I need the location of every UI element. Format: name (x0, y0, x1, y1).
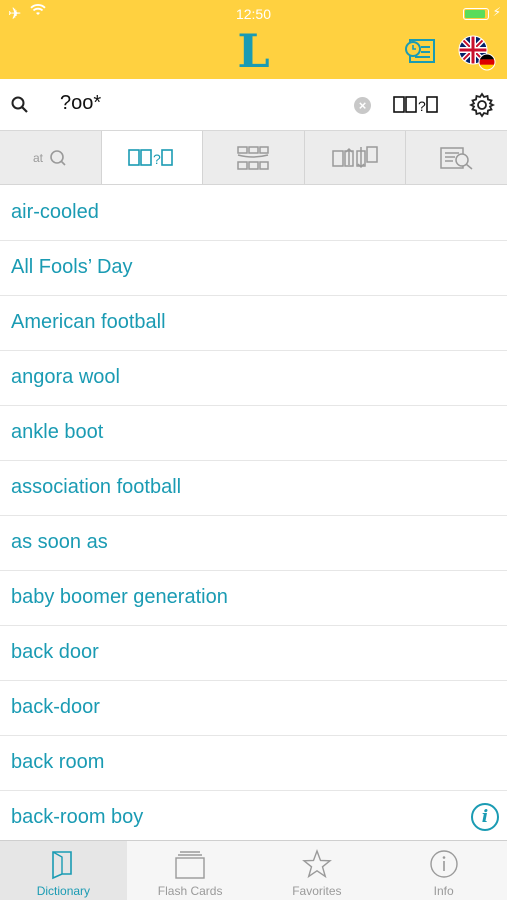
list-item-label: ankle boot (11, 421, 104, 443)
settings-icon[interactable] (468, 92, 496, 118)
bottom-tab-bar: Dictionary Flash Cards Favorites Info (0, 840, 507, 900)
history-icon[interactable] (404, 36, 438, 66)
list-item-label: angora wool (11, 366, 120, 388)
mode-text-search[interactable]: at (0, 131, 102, 184)
battery-icon (463, 8, 489, 20)
wildcard-search-icon: ? (128, 148, 173, 167)
list-item-label: back room (11, 751, 105, 773)
list-item-label: as soon as (11, 531, 108, 553)
mode-crossword-search[interactable] (203, 131, 305, 184)
wildcard-glyph: ? (418, 98, 426, 114)
list-item[interactable]: All Fools’ Day (0, 241, 507, 296)
list-item-label: baby boomer generation (11, 586, 228, 608)
tab-label: Flash Cards (157, 884, 223, 898)
clear-search-icon[interactable]: × (354, 97, 371, 114)
text-search-icon: at (33, 149, 66, 166)
tab-dictionary[interactable]: Dictionary (0, 841, 127, 900)
flash-cards-icon (175, 851, 205, 879)
anagram-search-icon (332, 145, 378, 168)
crossword-search-icon (237, 145, 270, 170)
app-header: ✈ 12:50 ⚡ L (0, 0, 507, 79)
list-item-label: air-cooled (11, 201, 99, 223)
tab-label: Info (433, 884, 454, 898)
fulltext-search-icon (439, 146, 473, 170)
list-item-label: back-door (11, 696, 100, 718)
search-input[interactable]: ?oo* (60, 92, 101, 115)
mode-anagram-search[interactable] (305, 131, 407, 184)
dictionary-icon (52, 851, 73, 880)
list-item-label: association football (11, 476, 182, 498)
language-flag-icon[interactable] (457, 33, 497, 73)
info-circle-icon (429, 850, 458, 878)
svg-text:?: ? (153, 151, 161, 167)
charging-icon: ⚡ (492, 5, 501, 19)
list-item-label: back-room boy (11, 806, 144, 828)
search-mode-tabs: at ? (0, 131, 507, 185)
tab-label: Favorites (292, 884, 342, 898)
tab-info[interactable]: Info (380, 841, 507, 900)
list-item[interactable]: baby boomer generation (0, 571, 507, 626)
list-item[interactable]: as soon as (0, 516, 507, 571)
list-item[interactable]: back room (0, 736, 507, 791)
tab-flash-cards[interactable]: Flash Cards (127, 841, 254, 900)
list-item[interactable]: air-cooled (0, 186, 507, 241)
search-bar: ?oo* × ? (0, 79, 507, 131)
result-list: air-cooled All Fools’ Day American footb… (0, 186, 507, 840)
list-item[interactable]: association football (0, 461, 507, 516)
list-item[interactable]: back-room boy i (0, 791, 507, 840)
tab-favorites[interactable]: Favorites (254, 841, 381, 900)
list-item[interactable]: ankle boot (0, 406, 507, 461)
info-icon[interactable]: i (471, 803, 499, 831)
list-item-label: American football (11, 311, 166, 333)
tab-label: Dictionary (36, 884, 91, 898)
list-item[interactable]: American football (0, 296, 507, 351)
wildcard-mode-indicator[interactable]: ? (393, 94, 441, 121)
mode-wildcard-search[interactable]: ? (101, 131, 204, 184)
mode-fulltext-search[interactable] (406, 131, 507, 184)
list-item-label: All Fools’ Day (11, 256, 133, 278)
list-item[interactable]: back door (0, 626, 507, 681)
list-item[interactable]: back-door (0, 681, 507, 736)
list-item[interactable]: angora wool (0, 351, 507, 406)
status-time: 12:50 (235, 6, 272, 22)
search-icon (10, 95, 30, 115)
list-item-label: back door (11, 641, 99, 663)
svg-text:at: at (33, 151, 44, 165)
star-icon (301, 848, 332, 879)
